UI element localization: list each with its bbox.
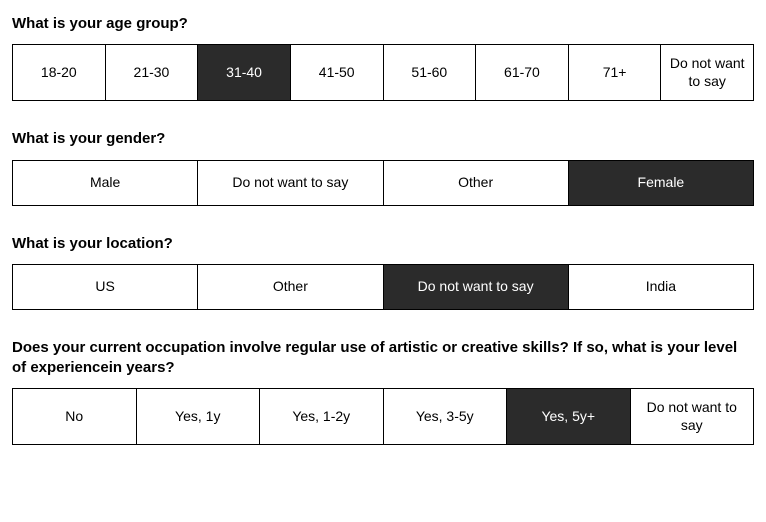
- option-cell[interactable]: Other: [384, 161, 569, 205]
- option-row: MaleDo not want to sayOtherFemale: [12, 160, 754, 206]
- option-cell[interactable]: Yes, 1-2y: [260, 389, 384, 444]
- question-text: What is your age group?: [12, 14, 754, 34]
- option-cell[interactable]: Female: [569, 161, 753, 205]
- option-cell[interactable]: Other: [198, 265, 383, 309]
- question-block: What is your age group? 18-2021-3031-4041…: [12, 14, 754, 101]
- option-cell[interactable]: US: [13, 265, 198, 309]
- option-cell[interactable]: India: [569, 265, 753, 309]
- option-cell[interactable]: 71+: [569, 45, 662, 100]
- option-cell[interactable]: No: [13, 389, 137, 444]
- option-cell[interactable]: Yes, 1y: [137, 389, 261, 444]
- option-cell[interactable]: Do not want to say: [661, 45, 753, 100]
- option-cell[interactable]: Male: [13, 161, 198, 205]
- option-row: USOtherDo not want to sayIndia: [12, 264, 754, 310]
- option-cell[interactable]: 51-60: [384, 45, 477, 100]
- question-block: What is your gender? MaleDo not want to s…: [12, 129, 754, 205]
- option-cell[interactable]: 21-30: [106, 45, 199, 100]
- question-text: What is your location?: [12, 234, 754, 254]
- option-cell[interactable]: Do not want to say: [198, 161, 383, 205]
- option-cell[interactable]: 61-70: [476, 45, 569, 100]
- option-row: NoYes, 1yYes, 1-2yYes, 3-5yYes, 5y+Do no…: [12, 388, 754, 445]
- question-block: Does your current occupation involve reg…: [12, 338, 754, 446]
- option-cell[interactable]: 31-40: [198, 45, 291, 100]
- survey-form: What is your age group? 18-2021-3031-4041…: [12, 14, 754, 445]
- option-cell[interactable]: Do not want to say: [384, 265, 569, 309]
- question-block: What is your location? USOtherDo not want…: [12, 234, 754, 310]
- option-cell[interactable]: Yes, 3-5y: [384, 389, 508, 444]
- question-text: What is your gender?: [12, 129, 754, 149]
- option-cell[interactable]: Do not want to say: [631, 389, 754, 444]
- option-row: 18-2021-3031-4041-5051-6061-7071+Do not …: [12, 44, 754, 101]
- option-cell[interactable]: 41-50: [291, 45, 384, 100]
- option-cell[interactable]: Yes, 5y+: [507, 389, 631, 444]
- question-text: Does your current occupation involve reg…: [12, 338, 754, 379]
- option-cell[interactable]: 18-20: [13, 45, 106, 100]
